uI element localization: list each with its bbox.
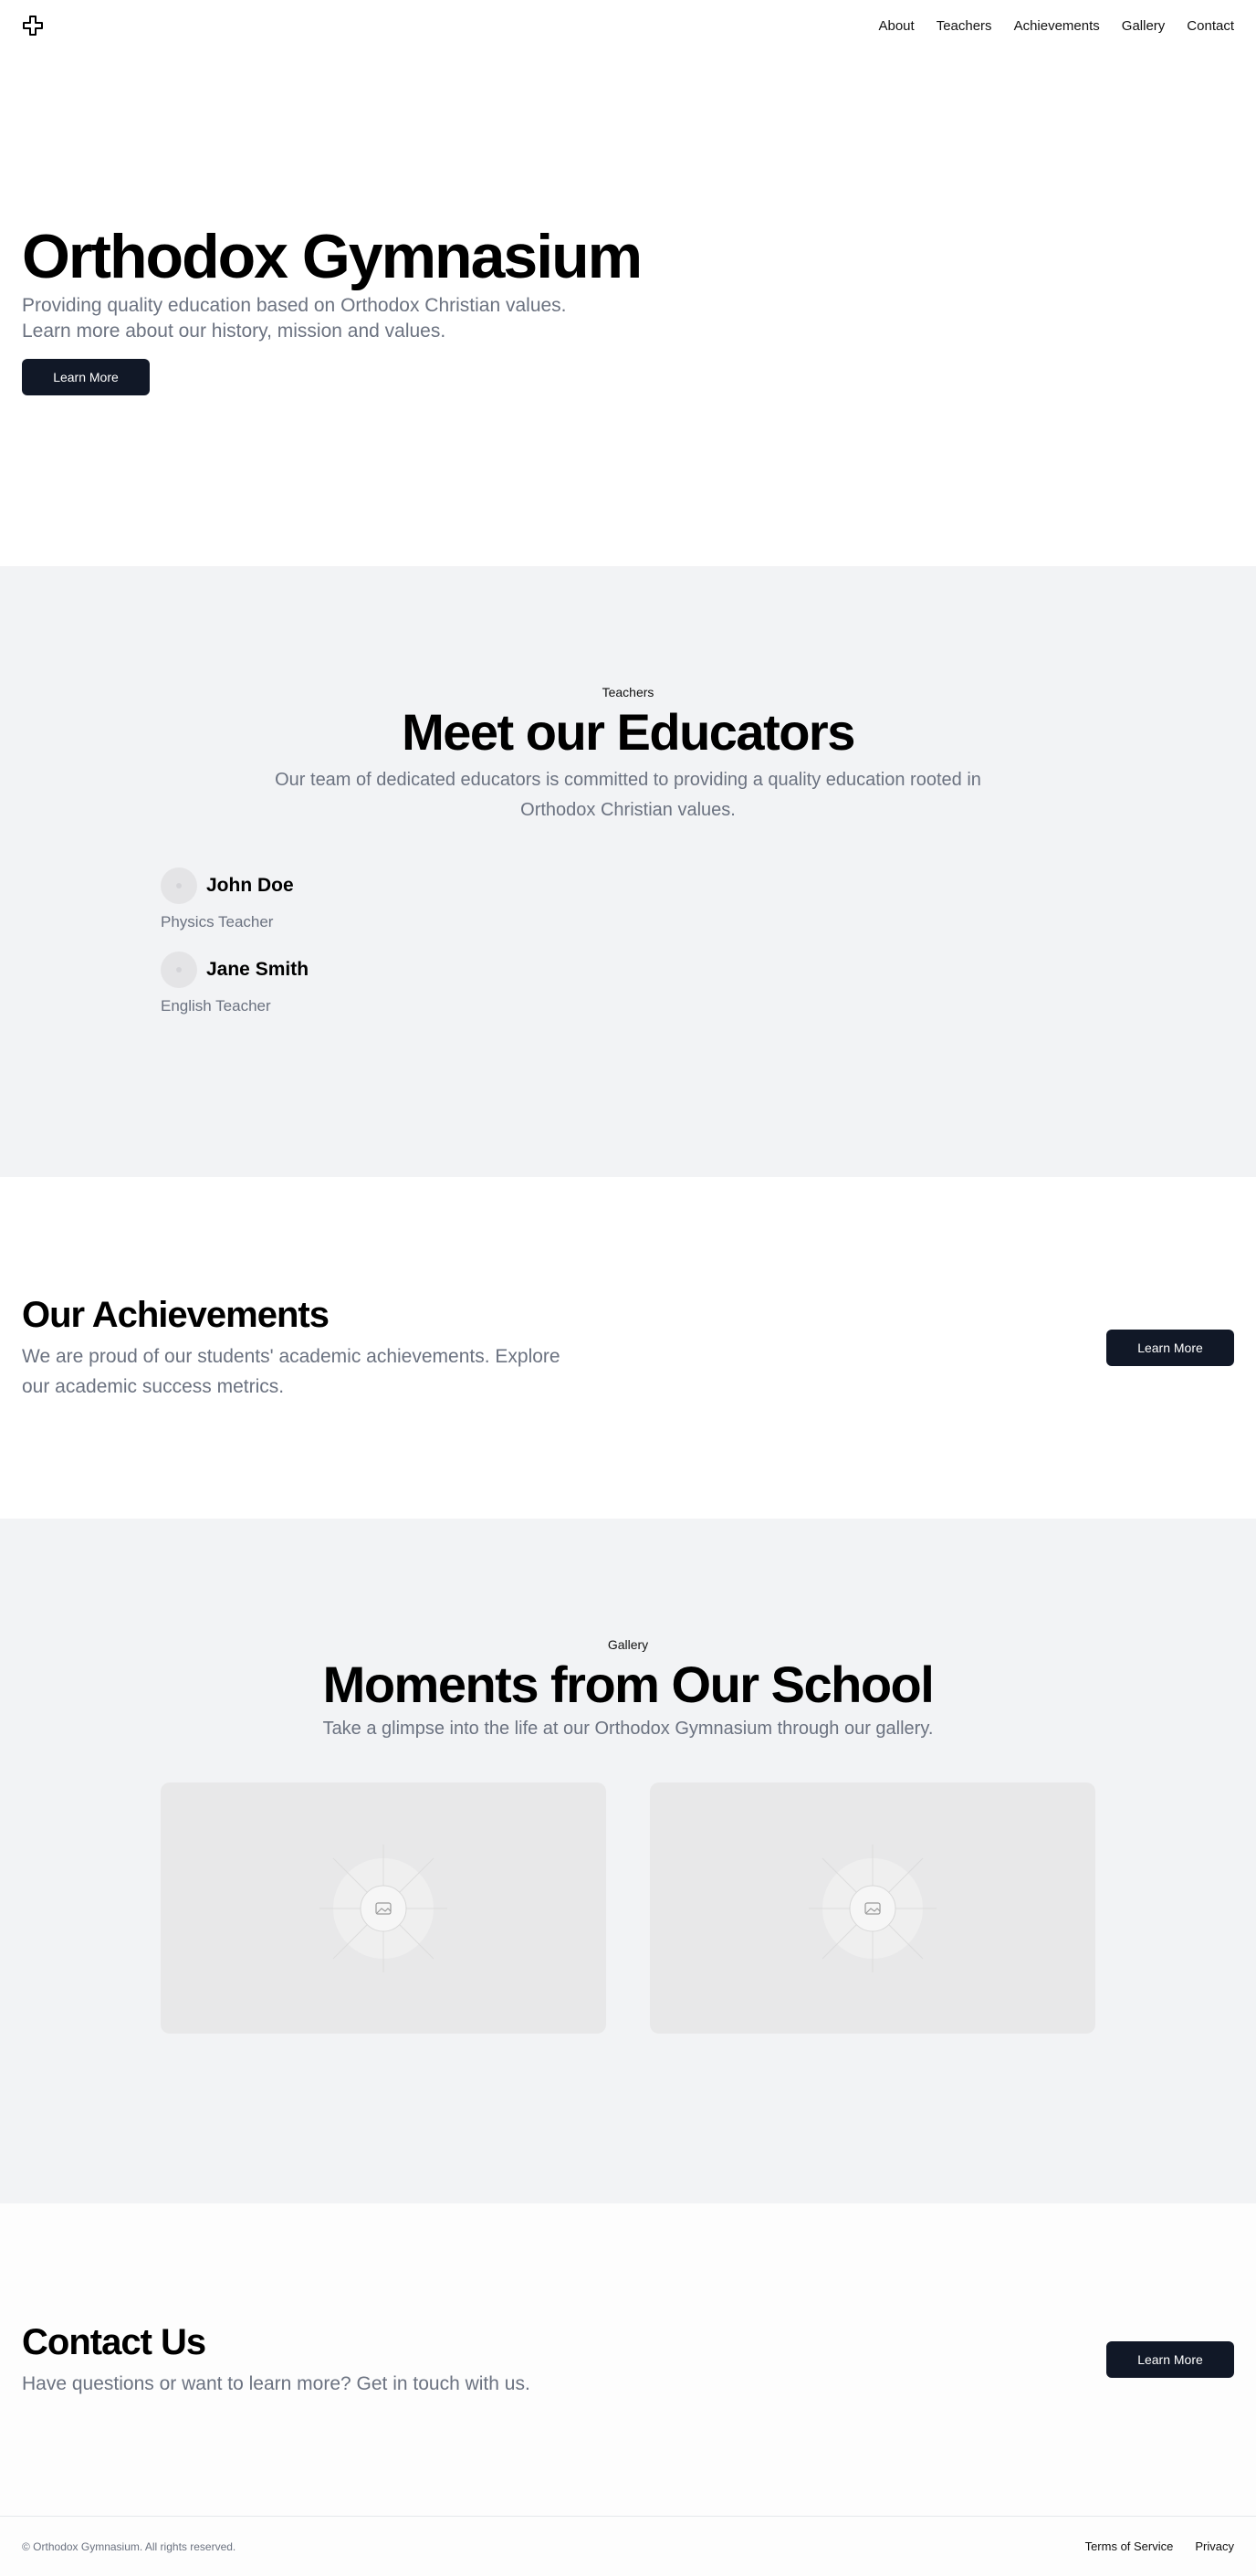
gallery-grid: [161, 1782, 1095, 2034]
terms-link[interactable]: Terms of Service: [1085, 2539, 1174, 2553]
avatar: [161, 952, 197, 988]
gallery-title: Moments from Our School: [322, 1656, 935, 1713]
achievements-title: Our Achievements: [22, 1295, 330, 1335]
copyright-text: © Orthodox Gymnasium. All rights reserve…: [22, 2539, 236, 2553]
avatar: [161, 867, 197, 904]
teacher-name: John Doe: [206, 875, 294, 896]
cross-icon[interactable]: [22, 15, 44, 37]
teacher-list: John Doe Physics Teacher Jane Smith Engl…: [161, 867, 1095, 1015]
contact-learn-more-button[interactable]: Learn More: [1106, 2341, 1234, 2378]
site-header: About Teachers Achievements Gallery Cont…: [0, 0, 1256, 51]
main-nav: About Teachers Achievements Gallery Cont…: [878, 18, 1234, 34]
gallery-subtitle: Take a glimpse into the life at our Orth…: [322, 1719, 934, 1739]
footer-links: Terms of Service Privacy: [1085, 2539, 1234, 2553]
nav-achievements-link[interactable]: Achievements: [1014, 18, 1100, 34]
teacher-name: Jane Smith: [206, 959, 309, 980]
teachers-title: Meet our Educators: [402, 703, 855, 761]
teachers-subtitle: Our team of dedicated educators is commi…: [275, 770, 981, 820]
nav-contact-link[interactable]: Contact: [1187, 18, 1234, 34]
teacher-card: John Doe Physics Teacher: [161, 867, 1095, 931]
teacher-card: Jane Smith English Teacher: [161, 952, 1095, 1015]
gallery-section: Gallery Moments from Our School Take a g…: [0, 1519, 1256, 2203]
site-footer: © Orthodox Gymnasium. All rights reserve…: [0, 2516, 1256, 2576]
image-placeholder-icon: [319, 1844, 447, 1972]
nav-about-link[interactable]: About: [878, 18, 914, 34]
teacher-role: Physics Teacher: [161, 913, 274, 931]
contact-title: Contact Us: [22, 2321, 206, 2362]
teacher-role: English Teacher: [161, 997, 271, 1015]
privacy-link[interactable]: Privacy: [1195, 2539, 1234, 2553]
gallery-image[interactable]: [650, 1782, 1095, 2034]
hero-section: Orthodox Gymnasium Providing quality edu…: [0, 51, 1256, 566]
gallery-image[interactable]: [161, 1782, 606, 2034]
hero-learn-more-button[interactable]: Learn More: [22, 359, 150, 395]
hero-title: Orthodox Gymnasium: [22, 222, 643, 291]
achievements-section: Our Achievements We are proud of our stu…: [0, 1177, 1256, 1519]
achievements-subtitle: We are proud of our students' academic a…: [22, 1346, 560, 1397]
achievements-learn-more-button[interactable]: Learn More: [1106, 1330, 1234, 1366]
nav-teachers-link[interactable]: Teachers: [937, 18, 992, 34]
gallery-eyebrow: Gallery: [607, 1637, 649, 1652]
teachers-eyebrow: Teachers: [602, 685, 654, 699]
image-placeholder-icon: [809, 1844, 937, 1972]
contact-subtitle: Have questions or want to learn more? Ge…: [22, 2372, 530, 2394]
contact-section: Contact Us Have questions or want to lea…: [0, 2203, 1256, 2516]
teachers-section: Teachers Meet our Educators Our team of …: [0, 566, 1256, 1177]
hero-subtitle: Providing quality education based on Ort…: [22, 295, 567, 342]
nav-gallery-link[interactable]: Gallery: [1122, 18, 1166, 34]
